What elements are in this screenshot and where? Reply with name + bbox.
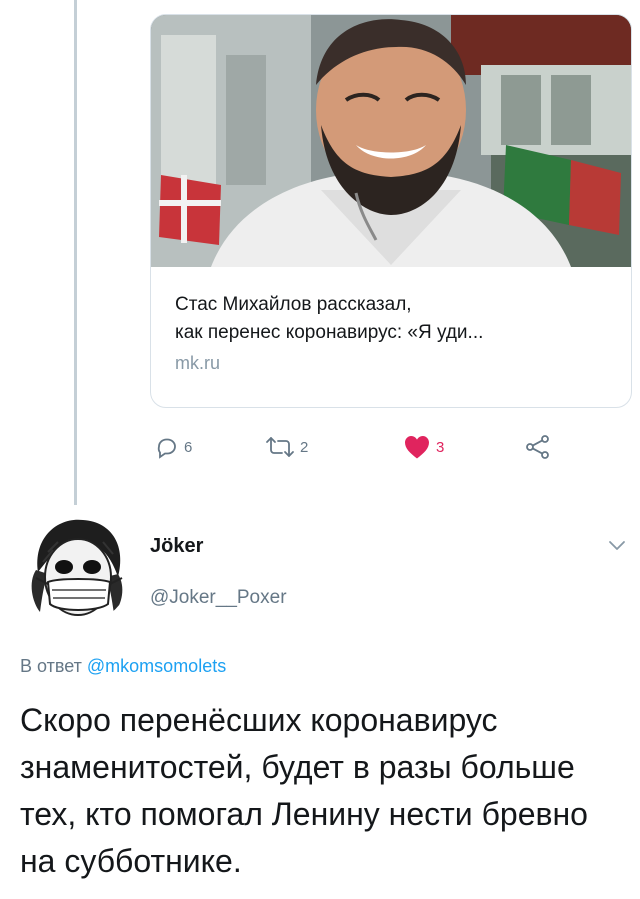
retweet-count: 2 [300, 438, 309, 456]
share-icon [525, 434, 551, 460]
comment-icon [155, 435, 179, 459]
heart-filled-icon [403, 434, 431, 460]
link-preview-text: Стас Михайлов рассказал, как перенес кор… [175, 291, 615, 376]
link-preview-image[interactable] [151, 15, 631, 267]
reply-prefix: В ответ [20, 656, 82, 676]
chevron-down-icon[interactable] [606, 534, 628, 556]
link-preview-card[interactable]: Стас Михайлов рассказал, как перенес кор… [150, 14, 632, 408]
retweet-icon [265, 435, 295, 459]
like-button[interactable]: 3 [403, 430, 444, 464]
link-title-line-2: как перенес коронавирус: «Я уди... [175, 322, 484, 343]
retweet-button[interactable]: 2 [265, 430, 308, 464]
masked-joker-avatar[interactable] [18, 512, 132, 626]
reply-button[interactable]: 6 [155, 430, 192, 464]
user-handle[interactable]: @Joker__Poxer [150, 587, 287, 609]
reply-count: 6 [184, 438, 193, 456]
like-count: 3 [436, 438, 445, 456]
thread-connector-line [74, 0, 77, 505]
reply-context: В ответ @mkomsomolets [20, 656, 226, 677]
reply-mention-link[interactable]: @mkomsomolets [87, 656, 226, 676]
display-name[interactable]: Jöker [150, 535, 203, 558]
tweet-action-bar: 6 2 3 [155, 430, 575, 464]
share-button[interactable] [525, 430, 551, 464]
tweet-text: Скоро перенёсших коронавирус знаменитост… [20, 702, 588, 879]
link-title-line-1: Стас Михайлов рассказал, [175, 294, 412, 315]
link-domain: mk.ru [175, 353, 220, 373]
